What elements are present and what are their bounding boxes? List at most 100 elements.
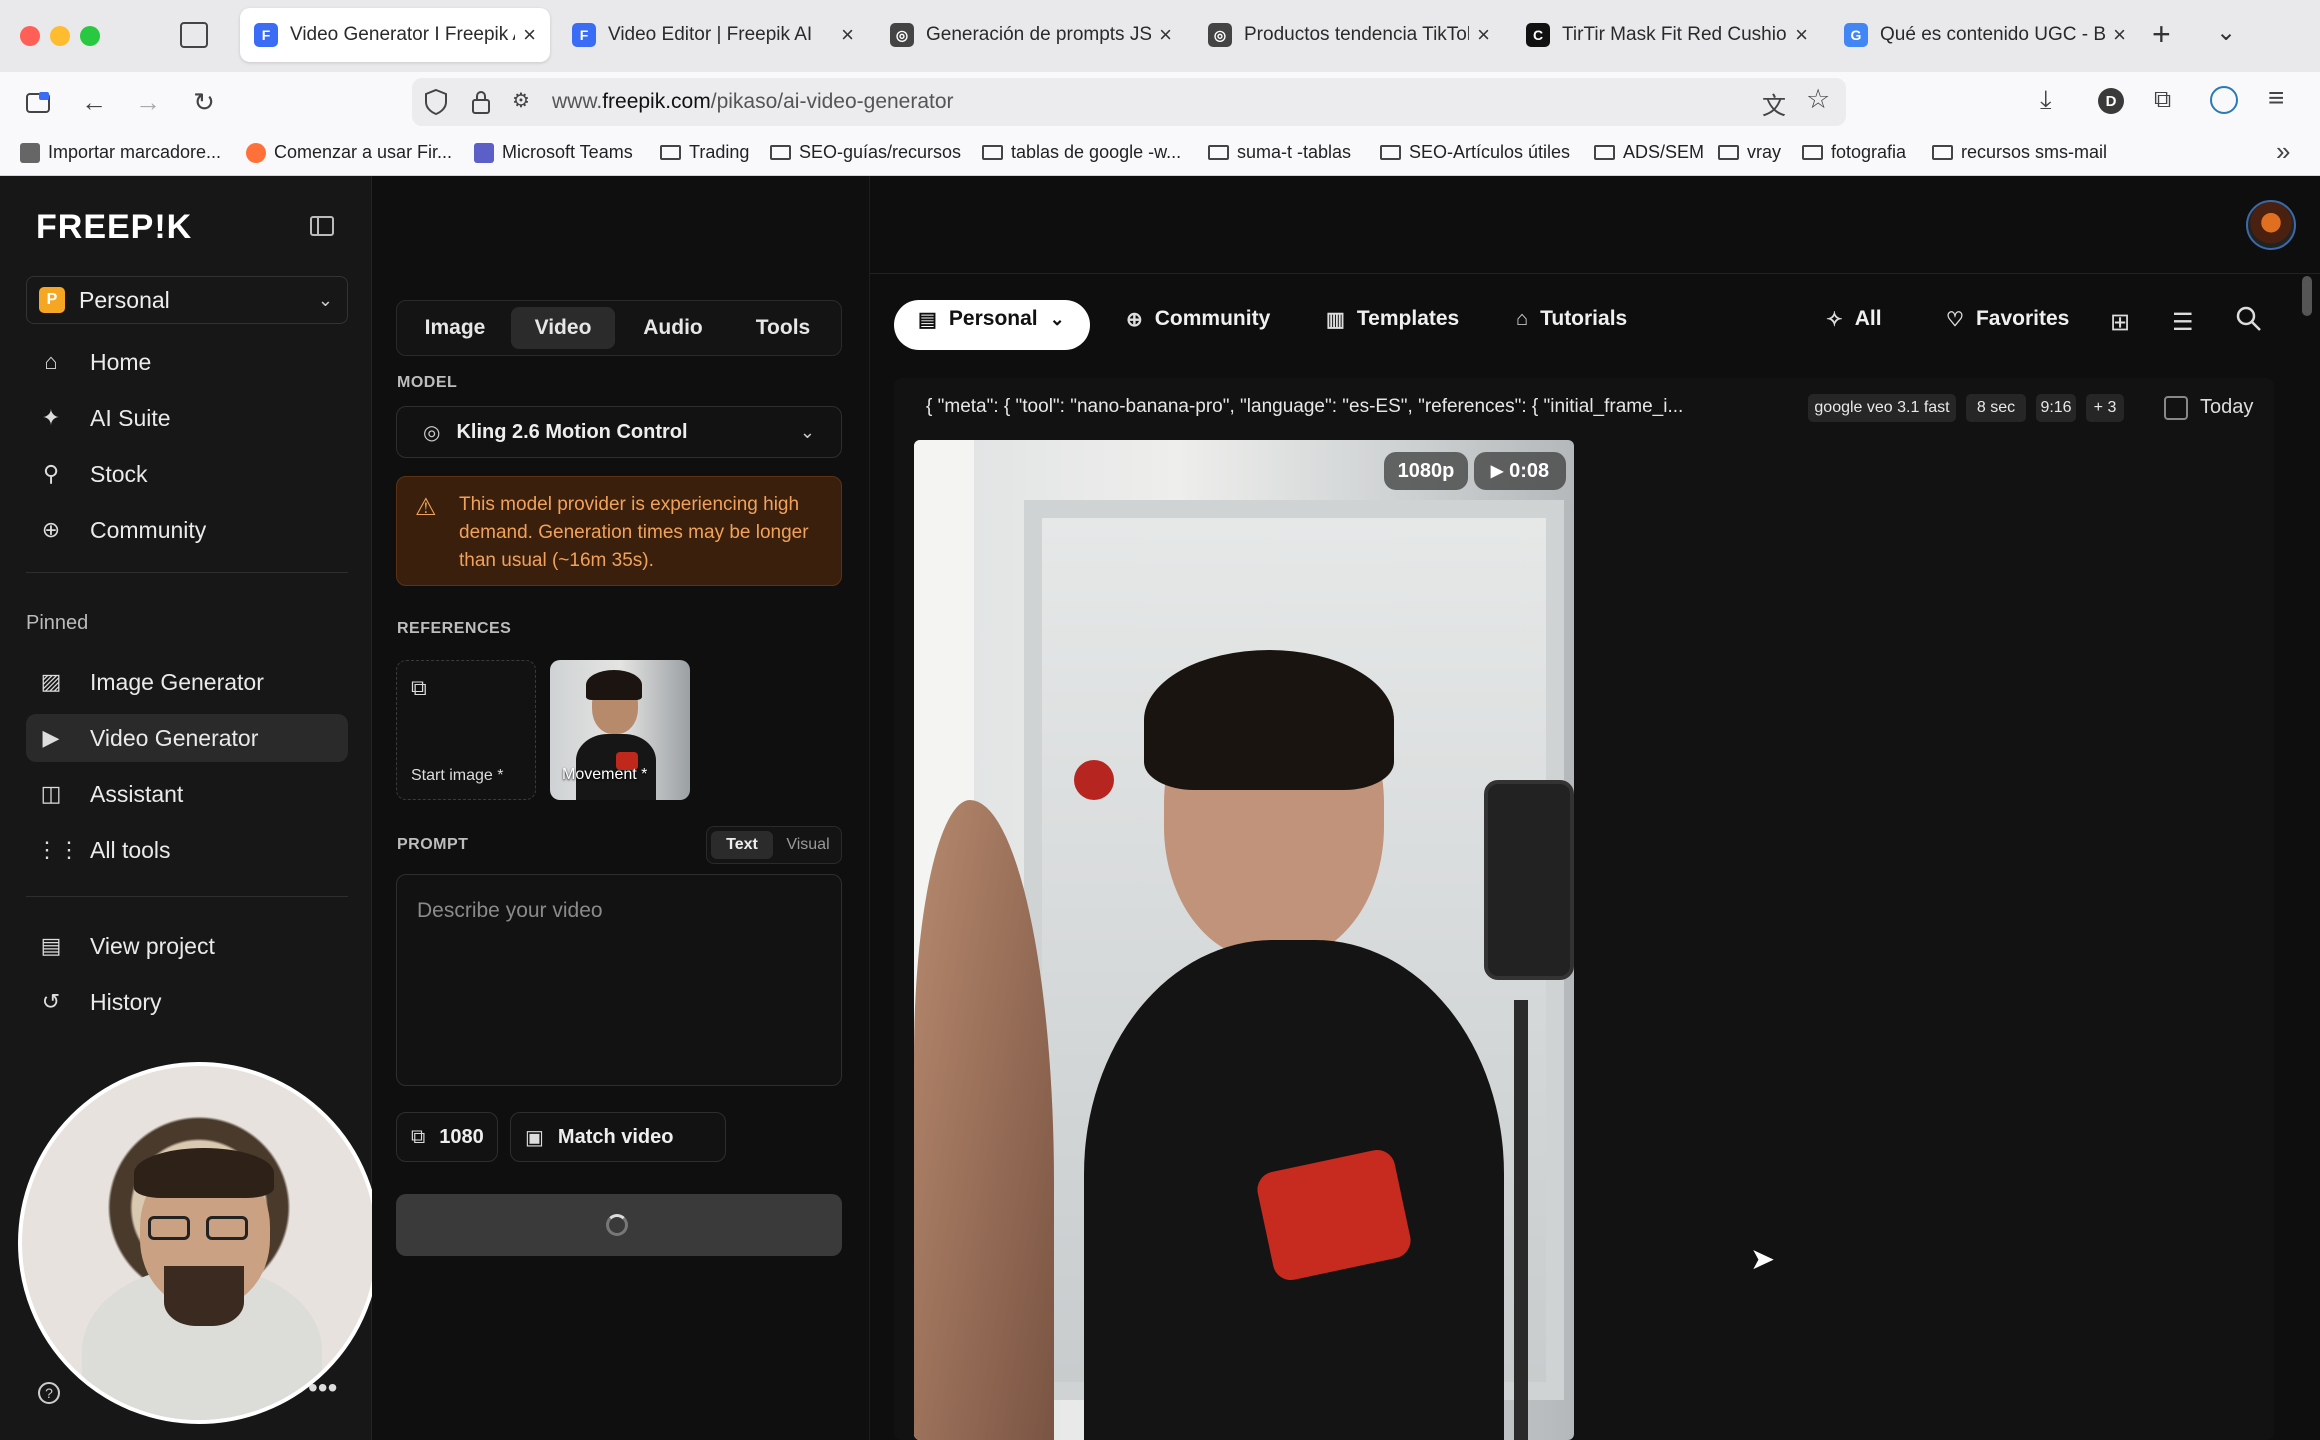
collapse-sidebar-icon[interactable] xyxy=(310,216,334,236)
generation-tag: google veo 3.1 fast xyxy=(1808,394,1956,422)
tab-list-chevron-icon[interactable]: ⌄ xyxy=(2216,18,2236,47)
more-options-icon[interactable]: ••• xyxy=(308,1372,337,1404)
movement-video-thumbnail[interactable]: Movement * xyxy=(550,660,690,800)
bookmark-item[interactable]: Microsoft Teams xyxy=(474,142,633,163)
sidebar-item-image-generator[interactable]: ▨ Image Generator xyxy=(26,658,348,706)
filter-favorites[interactable]: ♡ Favorites xyxy=(1946,294,2069,344)
bookmark-label: tablas de google -w... xyxy=(1011,142,1182,162)
new-tab-button[interactable]: + xyxy=(2152,16,2171,53)
extensions-icon[interactable]: ⧉ xyxy=(2154,86,2171,114)
bookmark-item[interactable]: ADS/SEM xyxy=(1594,142,1704,163)
scrollbar-thumb[interactable] xyxy=(2302,276,2312,316)
back-icon[interactable]: ← xyxy=(78,86,110,118)
menu-icon[interactable]: ≡ xyxy=(2268,82,2284,114)
generate-button[interactable] xyxy=(396,1194,842,1256)
sidebar-item-view-project[interactable]: ▤ View project xyxy=(26,922,348,970)
user-avatar[interactable] xyxy=(2246,200,2296,250)
freepik-logo[interactable]: FREEP!K xyxy=(36,208,192,247)
bookmark-star-icon[interactable]: ☆ xyxy=(1806,84,1830,115)
sidebar-item-stock[interactable]: ⚲ Stock xyxy=(26,450,348,498)
start-image-slot[interactable]: ⧉ Start image * xyxy=(396,660,536,800)
generated-video[interactable]: 1080p ▶ 0:08 xyxy=(914,440,1574,1440)
browser-tab[interactable]: ◎ Productos tendencia TikTok × xyxy=(1194,8,1504,62)
sidebar-divider xyxy=(26,572,348,573)
close-tab-icon[interactable]: × xyxy=(1795,22,1808,48)
sidebar-item-home[interactable]: ⌂ Home xyxy=(26,338,348,386)
grid-view-icon[interactable]: ⊞ xyxy=(2110,308,2130,337)
browser-tab[interactable]: F Video Generator I Freepik AI × xyxy=(240,8,550,62)
tab-video[interactable]: Video xyxy=(511,307,615,349)
filter-all[interactable]: ✧ All xyxy=(1826,294,1882,344)
downloads-icon[interactable]: ⤓ xyxy=(2040,84,2052,116)
filter-community[interactable]: ⊕ Community xyxy=(1126,294,1270,344)
reload-icon[interactable]: ↻ xyxy=(188,86,220,118)
browser-tab[interactable]: C TirTir Mask Fit Red Cushion × xyxy=(1512,8,1822,62)
bookmark-item[interactable]: SEO-Artículos útiles xyxy=(1380,142,1570,163)
close-tab-icon[interactable]: × xyxy=(1477,22,1490,48)
bookmark-item[interactable]: suma-t -tablas xyxy=(1208,142,1351,163)
tab-favicon-icon: F xyxy=(254,23,278,47)
close-tab-icon[interactable]: × xyxy=(1159,22,1172,48)
minimize-window-button[interactable] xyxy=(50,26,70,46)
tab-tools[interactable]: Tools xyxy=(731,307,835,349)
select-checkbox[interactable] xyxy=(2164,396,2188,420)
sparkle-icon: ✦ xyxy=(41,405,61,430)
close-tab-icon[interactable]: × xyxy=(2113,22,2126,48)
tab-overview-icon[interactable] xyxy=(180,22,208,48)
sidebar-item-ai-suite[interactable]: ✦ AI Suite xyxy=(26,394,348,442)
settings-sliders-icon[interactable]: ☰ xyxy=(2172,308,2194,337)
workspace-selector[interactable]: P Personal ⌄ xyxy=(26,276,348,324)
extension-icon[interactable] xyxy=(2210,86,2238,114)
bookmark-item[interactable]: vray xyxy=(1718,142,1781,163)
filter-tutorials[interactable]: ⌂ Tutorials xyxy=(1516,294,1627,344)
model-selector[interactable]: ◎ Kling 2.6 Motion Control ⌄ xyxy=(396,406,842,458)
sidebar-item-assistant[interactable]: ◫ Assistant xyxy=(26,770,348,818)
sidebar-item-all-tools[interactable]: ⋮⋮ All tools xyxy=(26,826,348,874)
resolution-button[interactable]: ⧉ 1080 xyxy=(396,1112,498,1162)
prompt-preview[interactable]: { "meta": { "tool": "nano-banana-pro", "… xyxy=(926,396,1826,418)
profile-avatar[interactable]: D xyxy=(2098,88,2124,114)
folder-icon xyxy=(1594,145,1615,160)
close-tab-icon[interactable]: × xyxy=(523,22,536,48)
bookmark-item[interactable]: fotografia xyxy=(1802,142,1906,163)
sidebar-item-label: Community xyxy=(90,516,207,543)
site-permissions-icon[interactable]: ⚙ xyxy=(512,88,530,113)
filter-label: Tutorials xyxy=(1540,307,1628,330)
browser-tab[interactable]: G Qué es contenido UGC - Bu × xyxy=(1830,8,2140,62)
close-tab-icon[interactable]: × xyxy=(841,22,854,48)
sidebar-toggle-icon[interactable] xyxy=(22,86,54,118)
more-bookmarks-icon[interactable]: » xyxy=(2276,136,2290,167)
tab-image[interactable]: Image xyxy=(403,307,507,349)
sidebar-item-community[interactable]: ⊕ Community xyxy=(26,506,348,554)
shield-icon[interactable] xyxy=(424,88,452,116)
tab-audio[interactable]: Audio xyxy=(621,307,725,349)
translate-icon[interactable]: 文 xyxy=(1762,86,1786,121)
sidebar-item-video-generator[interactable]: ▶ Video Generator xyxy=(26,714,348,762)
zoom-window-button[interactable] xyxy=(80,26,100,46)
match-video-button[interactable]: ▣ Match video xyxy=(510,1112,726,1162)
prompt-mode-visual[interactable]: Visual xyxy=(777,831,839,859)
help-icon[interactable]: ? xyxy=(38,1382,60,1404)
filter-templates[interactable]: ▥ Templates xyxy=(1326,294,1459,344)
prompt-mode-text[interactable]: Text xyxy=(711,831,773,859)
filter-personal[interactable]: ▤ Personal ⌄ xyxy=(918,294,1065,344)
bookmark-item[interactable]: tablas de google -w... xyxy=(982,142,1181,163)
bookmark-item[interactable]: Trading xyxy=(660,142,749,163)
workspace-name: Personal xyxy=(79,286,170,313)
bookmark-item[interactable]: Comenzar a usar Fir... xyxy=(246,142,452,163)
prompt-input[interactable]: Describe your video xyxy=(396,874,842,1086)
search-icon[interactable] xyxy=(2234,304,2264,334)
sidebar-item-label: History xyxy=(90,988,162,1015)
url-text[interactable]: www.freepik.com/pikaso/ai-video-generato… xyxy=(552,90,954,114)
teams-icon xyxy=(474,142,494,163)
forward-icon[interactable]: → xyxy=(132,86,164,118)
close-window-button[interactable] xyxy=(20,26,40,46)
lock-icon[interactable] xyxy=(470,88,494,116)
bookmark-label: recursos sms-mail xyxy=(1961,142,2108,162)
sidebar-item-history[interactable]: ↺ History xyxy=(26,978,348,1026)
browser-tab[interactable]: F Video Editor | Freepik AI × xyxy=(558,8,868,62)
bookmark-item[interactable]: SEO-guías/recursos xyxy=(770,142,961,163)
browser-tab[interactable]: ◎ Generación de prompts JSO × xyxy=(876,8,1186,62)
bookmark-item[interactable]: recursos sms-mail xyxy=(1932,142,2107,163)
bookmark-item[interactable]: Importar marcadore... xyxy=(20,142,221,163)
